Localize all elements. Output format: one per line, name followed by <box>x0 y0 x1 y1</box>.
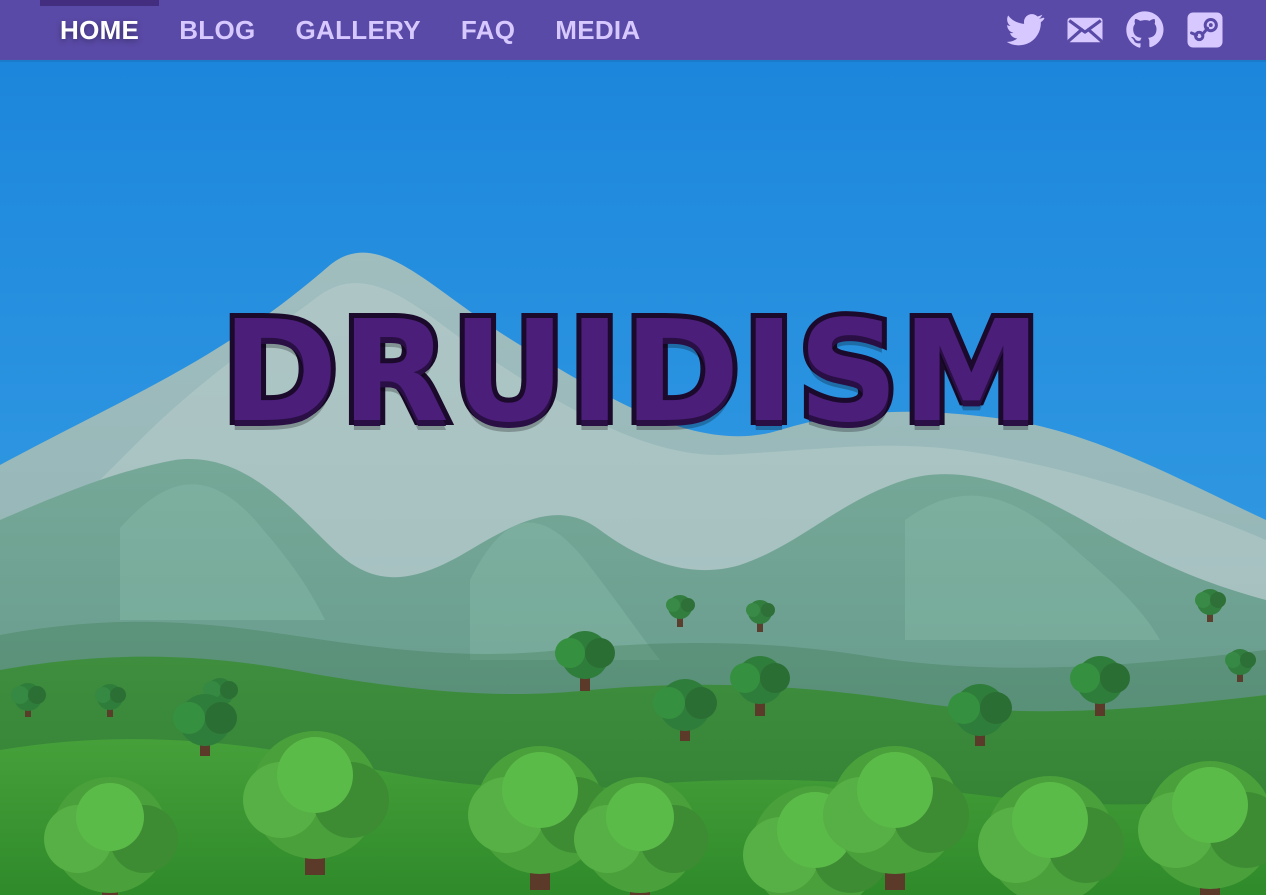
nav-item-media[interactable]: MEDIA <box>535 0 660 60</box>
nav-item-home[interactable]: HOME <box>40 0 160 60</box>
nav-item-label: GALLERY <box>295 14 421 45</box>
nav-item-blog[interactable]: BLOG <box>159 0 275 60</box>
top-navigation: HOME BLOG GALLERY FAQ MEDIA <box>0 0 1266 60</box>
nav-item-label: MEDIA <box>555 14 641 45</box>
email-link[interactable] <box>1064 9 1106 51</box>
nav-item-label: HOME <box>60 14 140 45</box>
steam-icon <box>1184 9 1226 51</box>
social-links <box>1004 0 1226 60</box>
github-icon <box>1125 10 1165 50</box>
nav-links: HOME BLOG GALLERY FAQ MEDIA <box>40 0 661 60</box>
twitter-link[interactable] <box>1004 9 1046 51</box>
mail-icon <box>1064 9 1106 51</box>
github-link[interactable] <box>1124 9 1166 51</box>
steam-link[interactable] <box>1184 9 1226 51</box>
twitter-icon <box>1005 10 1045 50</box>
nav-item-label: FAQ <box>460 14 516 45</box>
nav-item-gallery[interactable]: GALLERY <box>276 0 441 60</box>
nav-item-faq[interactable]: FAQ <box>441 0 535 60</box>
hero: DRUIDISM <box>0 60 1266 895</box>
hero-background <box>0 60 1266 895</box>
page: HOME BLOG GALLERY FAQ MEDIA DRUIDISM <box>0 0 1266 895</box>
nav-item-label: BLOG <box>179 14 256 45</box>
